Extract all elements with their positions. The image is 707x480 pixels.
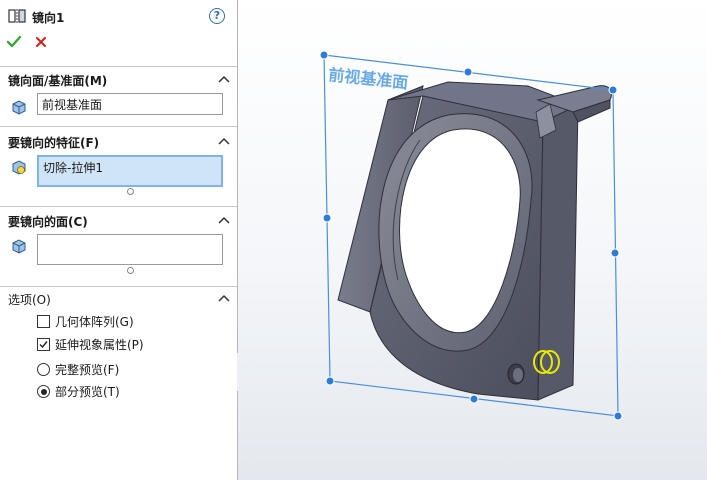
plane-icon — [12, 100, 26, 115]
help-icon[interactable]: ? — [209, 8, 225, 24]
feature-icon — [12, 160, 26, 175]
partial-preview-radio[interactable] — [37, 385, 50, 398]
propagate-visual-option[interactable]: 延伸视象属性(P) — [37, 336, 144, 353]
cancel-x-icon[interactable] — [33, 34, 49, 50]
section-faces-to-mirror: 要镜向的面(C) — [0, 206, 237, 286]
section-header-mirror-plane[interactable]: 镜向面/基准面(M) — [8, 72, 107, 89]
section-header-features[interactable]: 要镜向的特征(F) — [8, 134, 99, 151]
chevron-up-icon[interactable] — [218, 136, 230, 146]
partial-preview-option[interactable]: 部分预览(T) — [37, 383, 120, 400]
features-to-mirror-list[interactable]: 切除-拉伸1 — [37, 155, 223, 187]
clamp-part[interactable] — [337, 81, 612, 401]
mirror-feature-icon — [8, 9, 26, 23]
ok-check-icon[interactable] — [6, 34, 22, 50]
full-preview-label: 完整预览(F) — [55, 363, 120, 377]
chevron-up-icon[interactable] — [218, 215, 230, 225]
section-features-to-mirror: 要镜向的特征(F) 切除-拉伸1 — [0, 126, 237, 206]
property-manager-titlebar: 镜向1 ? — [0, 0, 237, 30]
faces-to-mirror-list[interactable] — [37, 234, 223, 265]
checkmark-icon — [39, 341, 48, 349]
section-mirror-plane: 镜向面/基准面(M) 前视基准面 — [0, 66, 237, 126]
list-resize-handle[interactable] — [127, 267, 134, 274]
graphics-viewport[interactable]: 前视基准面 — [238, 0, 707, 480]
section-options: 选项(O) 几何体阵列(G) 延伸视象属性(P) 完整预览(F) 部分预览(T) — [0, 286, 237, 406]
mirror-plane-field[interactable]: 前视基准面 — [37, 93, 223, 115]
section-header-faces[interactable]: 要镜向的面(C) — [8, 213, 88, 230]
plane-label[interactable]: 前视基准面 — [328, 65, 410, 92]
chevron-up-icon[interactable] — [218, 293, 230, 303]
full-preview-radio[interactable] — [37, 363, 50, 376]
propagate-visual-checkbox[interactable] — [37, 338, 50, 351]
geometry-pattern-label: 几何体阵列(G) — [55, 315, 134, 329]
geometry-pattern-option[interactable]: 几何体阵列(G) — [37, 313, 134, 330]
face-icon — [12, 239, 26, 254]
chevron-up-icon[interactable] — [218, 74, 230, 84]
partial-preview-label: 部分预览(T) — [55, 385, 120, 399]
feature-title: 镜向1 — [32, 11, 65, 25]
model-view: 前视基准面 — [319, 50, 623, 421]
section-header-options[interactable]: 选项(O) — [8, 291, 51, 308]
geometry-pattern-checkbox[interactable] — [37, 315, 50, 328]
full-preview-option[interactable]: 完整预览(F) — [37, 361, 119, 378]
property-manager-panel: 镜向1 ? 镜向面/基准面(M) 前视基准面 要镜向的特征(F) 切除-拉伸1 … — [0, 0, 238, 480]
propagate-visual-label: 延伸视象属性(P) — [55, 338, 144, 352]
list-resize-handle[interactable] — [127, 188, 134, 195]
